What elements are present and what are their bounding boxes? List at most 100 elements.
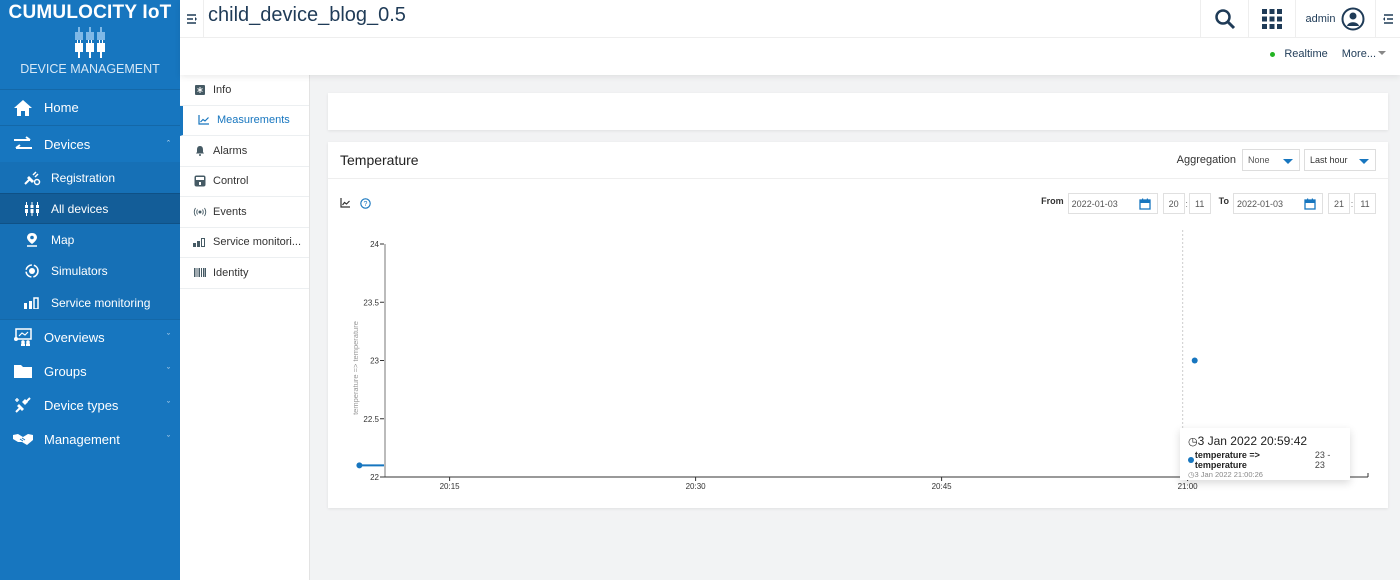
sidebar-item-label: Management	[44, 431, 120, 447]
tab-identity[interactable]: Identity	[180, 258, 309, 289]
brand-subtitle: DEVICE MANAGEMENT	[20, 62, 160, 76]
folder-icon	[12, 361, 34, 381]
broadcast-icon	[193, 207, 207, 217]
to-minute-value: 11	[1360, 198, 1370, 209]
sidebar-item-label: Map	[51, 232, 75, 247]
simulator-icon	[22, 262, 42, 280]
sidebar-item-device-types[interactable]: Device types ˇ	[0, 388, 180, 422]
from-hour-value: 20	[1168, 198, 1179, 209]
tab-alarms[interactable]: Alarms	[180, 136, 309, 167]
apps-grid-icon	[1262, 9, 1282, 29]
sidebar-item-label: Devices	[44, 136, 91, 152]
device-tabs: Info Measurements Alarms Control Events …	[180, 75, 310, 580]
tab-measurements[interactable]: Measurements	[180, 105, 309, 136]
user-menu-button[interactable]: admin	[1295, 0, 1375, 38]
search-button[interactable]	[1200, 0, 1248, 38]
info-icon	[193, 84, 207, 95]
sidebar-item-all-devices[interactable]: All devices	[0, 193, 180, 224]
sidebar-item-overviews[interactable]: Overviews ˇ	[0, 320, 180, 354]
interval-value: Last hour	[1310, 155, 1348, 165]
sidebar: CUMULOCITY IoT DEVICE MANAGEMENT Home De…	[0, 0, 180, 580]
sidebar-item-service-monitoring[interactable]: Service monitoring	[0, 286, 180, 319]
sidebar-item-label: Device types	[44, 397, 119, 413]
sidebar-item-devices[interactable]: Devices ˆ	[0, 126, 180, 162]
sidebar-item-simulators[interactable]: Simulators	[0, 255, 180, 286]
brand: CUMULOCITY IoT DEVICE MANAGEMENT	[0, 0, 180, 90]
caret-down-icon	[1378, 50, 1386, 55]
tab-label: Control	[213, 175, 249, 188]
aggregation-label: Aggregation	[1176, 154, 1236, 166]
search-icon	[1214, 9, 1235, 30]
from-minute-value: 11	[1195, 198, 1205, 209]
from-date-input[interactable]: 2022-01-03	[1067, 193, 1158, 214]
measurement-title: Temperature	[340, 152, 419, 168]
series-color-dot	[1188, 457, 1194, 463]
tab-info[interactable]: Info	[180, 75, 309, 106]
clock-icon: ◷	[1188, 436, 1198, 448]
to-date-value: 2022-01-03	[1237, 198, 1284, 209]
chart-type-button[interactable]	[340, 198, 351, 208]
app-switcher-button[interactable]	[1248, 0, 1295, 38]
calendar-icon[interactable]	[1304, 198, 1316, 210]
to-hour-value: 21	[1333, 198, 1344, 209]
sidebar-item-label: Registration	[51, 170, 116, 185]
to-date-input[interactable]: 2022-01-03	[1233, 193, 1323, 214]
tab-label: Events	[213, 205, 247, 218]
tab-events[interactable]: Events	[180, 197, 309, 228]
from-minute-input[interactable]: 11	[1188, 193, 1211, 214]
from-hour-input[interactable]: 20	[1162, 193, 1185, 214]
handshake-icon	[12, 429, 34, 449]
signal-bars-icon	[22, 294, 42, 312]
realtime-toggle[interactable]: Realtime	[1284, 48, 1327, 60]
device-management-logo-icon	[0, 24, 180, 62]
devices-icon	[22, 200, 42, 218]
toggle-sidebar-button[interactable]	[180, 0, 204, 38]
chevron-down-icon: ˇ	[167, 332, 170, 342]
sidebar-item-label: Simulators	[51, 263, 108, 278]
svg-text:?: ?	[364, 201, 368, 208]
aggregation-select[interactable]: None	[1242, 149, 1300, 171]
from-date-value: 2022-01-03	[1071, 198, 1118, 209]
sidebar-item-groups[interactable]: Groups ˇ	[0, 354, 180, 388]
interval-select[interactable]: Last hour	[1304, 149, 1376, 171]
sidebar-item-management[interactable]: Management ˇ	[0, 422, 180, 456]
empty-card	[328, 93, 1388, 130]
sidebar-item-home[interactable]: Home	[0, 90, 180, 126]
to-minute-input[interactable]: 11	[1354, 193, 1376, 214]
from-label: From	[1041, 195, 1064, 206]
drawer-toggle-icon	[1383, 14, 1393, 24]
sidebar-item-registration[interactable]: Registration	[0, 162, 180, 193]
tooltip-sub-time: ◷3 Jan 2022 21:00:26	[1188, 470, 1342, 479]
line-chart-icon	[340, 198, 350, 208]
plug-connect-icon	[12, 395, 34, 415]
tab-label: Measurements	[217, 114, 290, 127]
help-button[interactable]: ?	[360, 198, 371, 209]
devices-submenu: Registration All devices Map Simulators …	[0, 162, 180, 319]
control-icon	[193, 175, 207, 187]
calendar-icon[interactable]	[1139, 198, 1151, 210]
home-icon	[12, 98, 34, 118]
sidebar-item-map[interactable]: Map	[0, 224, 180, 255]
to-label: To	[1218, 195, 1229, 206]
page-title: child_device_blog_0.5	[208, 4, 406, 26]
app-header: child_device_blog_0.5 admin Realtime Mor…	[180, 0, 1400, 75]
chevron-down-icon: ˇ	[167, 400, 170, 410]
exchange-icon	[12, 134, 34, 154]
map-pin-icon	[22, 231, 42, 249]
caret-down-icon	[1359, 159, 1369, 164]
tooltip-series-value: 23 - 23	[1314, 450, 1331, 470]
line-chart-icon	[197, 115, 211, 125]
tab-service-monitoring[interactable]: Service monitori...	[180, 228, 309, 258]
sidebar-item-label: Overviews	[44, 329, 105, 345]
more-menu-button[interactable]: More...	[1342, 48, 1386, 60]
barcode-icon	[193, 268, 207, 278]
to-hour-input[interactable]: 21	[1328, 193, 1350, 214]
right-drawer-button[interactable]	[1375, 0, 1400, 38]
presentation-icon	[12, 327, 34, 347]
plug-icon	[22, 169, 42, 187]
tooltip-series: temperature => temperature 23 - 23	[1188, 450, 1342, 470]
menu-collapse-icon	[186, 13, 197, 24]
chevron-down-icon: ˇ	[167, 434, 170, 444]
tab-control[interactable]: Control	[180, 167, 309, 197]
tab-label: Identity	[213, 266, 249, 279]
